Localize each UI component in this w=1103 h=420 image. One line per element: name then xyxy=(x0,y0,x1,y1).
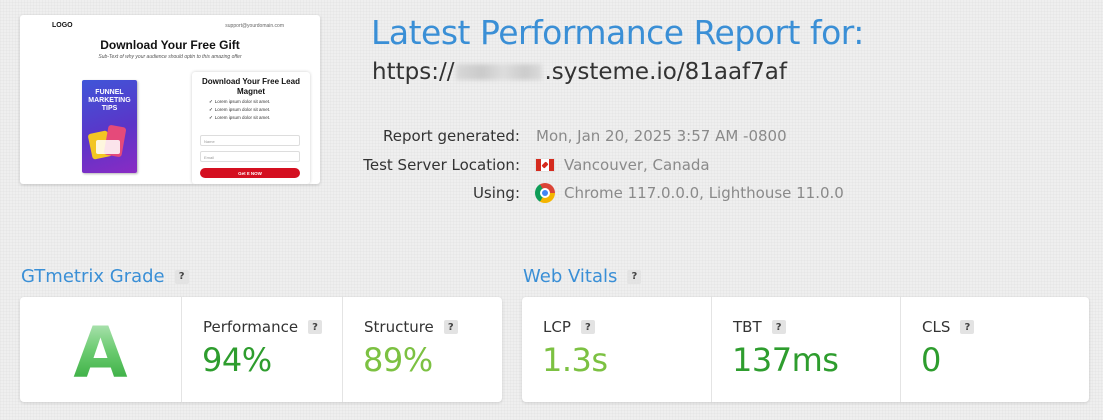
server-location-value: Vancouver, Canada xyxy=(564,156,710,174)
grade-letter: A xyxy=(73,311,128,394)
help-icon[interactable]: ? xyxy=(627,269,642,284)
tbt-label: TBT xyxy=(733,318,762,336)
help-icon[interactable]: ? xyxy=(960,320,975,334)
server-location-label: Test Server Location: xyxy=(363,156,520,174)
url-redacted-segment xyxy=(456,64,543,80)
performance-cell: Performance ? 94% xyxy=(181,297,342,402)
report-title: Latest Performance Report for: xyxy=(371,13,864,52)
chrome-browser-icon xyxy=(535,183,555,203)
help-icon[interactable]: ? xyxy=(308,320,323,334)
thumbnail-logo: LOGO xyxy=(52,22,73,29)
report-generated-row: Report generated: xyxy=(260,127,520,147)
using-value: Chrome 117.0.0.0, Lighthouse 11.0.0 xyxy=(564,184,844,202)
help-icon[interactable]: ? xyxy=(580,320,595,334)
web-vitals-panel: LCP ? 1.3s TBT ? 137ms CLS ? 0 xyxy=(522,297,1089,402)
canada-flag-icon xyxy=(535,158,555,172)
thumbnail-email: support@yourdomain.com xyxy=(225,23,284,29)
report-generated-value: Mon, Jan 20, 2025 3:57 AM -0800 xyxy=(536,127,787,145)
tbt-cell: TBT ? 137ms xyxy=(711,297,900,402)
structure-label: Structure xyxy=(364,318,434,336)
structure-value: 89% xyxy=(363,341,433,379)
optin-bullet: ✓ Lorem ipsum dolor sit amet. xyxy=(209,115,271,120)
cls-label: CLS xyxy=(922,318,951,336)
performance-value: 94% xyxy=(202,341,272,379)
performance-label: Performance xyxy=(203,318,299,336)
gtmetrix-grade-heading: GTmetrix Grade ? xyxy=(21,266,189,287)
report-url[interactable]: https:// .systeme.io/81aaf7af xyxy=(372,59,787,85)
ebook-title: FUNNEL MARKETING TIPS xyxy=(88,89,131,112)
structure-cell: Structure ? 89% xyxy=(342,297,502,402)
url-suffix: .systeme.io/81aaf7af xyxy=(544,59,787,85)
lcp-cell: LCP ? 1.3s xyxy=(522,297,711,402)
check-icon: ✓ xyxy=(209,107,213,112)
check-icon: ✓ xyxy=(209,115,213,120)
using-row: Using: xyxy=(260,184,520,204)
check-icon: ✓ xyxy=(209,99,213,104)
thumbnail-headline: Download Your Free Gift xyxy=(100,38,240,52)
optin-bullet: ✓ Lorem ipsum dolor sit amet. xyxy=(209,99,271,104)
help-icon[interactable]: ? xyxy=(174,269,189,284)
lcp-value: 1.3s xyxy=(542,341,608,379)
tbt-value: 137ms xyxy=(732,341,839,379)
server-location-row: Test Server Location: xyxy=(260,156,520,176)
thumbnail-ebook-cover: FUNNEL MARKETING TIPS xyxy=(82,80,137,173)
lcp-label: LCP xyxy=(543,318,571,336)
cls-cell: CLS ? 0 xyxy=(900,297,1089,402)
using-label: Using: xyxy=(472,184,520,202)
optin-card-title: Download Your Free Lead Magnet xyxy=(202,77,300,96)
help-icon[interactable]: ? xyxy=(771,320,786,334)
optin-bullet: ✓ Lorem ipsum dolor sit amet. xyxy=(209,107,271,112)
grade-cell: A xyxy=(20,297,181,402)
report-generated-label: Report generated: xyxy=(382,127,520,145)
cls-value: 0 xyxy=(921,341,941,379)
web-vitals-heading: Web Vitals ? xyxy=(523,266,642,287)
url-prefix: https:// xyxy=(372,59,455,85)
ebook-art-shape xyxy=(96,140,120,154)
gtmetrix-grade-panel: A Performance ? 94% Structure ? 89% xyxy=(20,297,502,402)
thumbnail-subtext: Sub-Text of why your audience should opt… xyxy=(98,54,242,60)
help-icon[interactable]: ? xyxy=(443,320,458,334)
